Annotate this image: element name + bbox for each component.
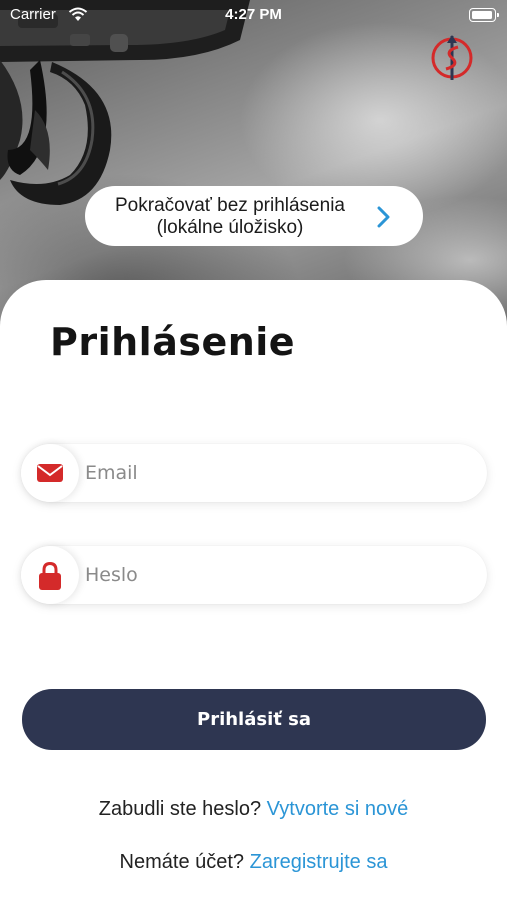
register-text: Nemáte účet?	[119, 851, 245, 873]
battery-icon	[469, 8, 499, 22]
continue-without-login-label: Pokračovať bez prihlásenia (lokálne úlož…	[115, 195, 345, 238]
password-field[interactable]	[21, 546, 487, 604]
clock-time: 4:27 PM	[225, 6, 282, 23]
password-input[interactable]	[85, 546, 465, 604]
register-link[interactable]: Zaregistrujte sa	[250, 851, 388, 873]
app-logo-icon	[431, 35, 473, 80]
email-input[interactable]	[85, 444, 465, 502]
lock-icon	[39, 561, 61, 590]
chevron-right-icon	[377, 206, 390, 228]
reset-password-link[interactable]: Vytvorte si nové	[267, 798, 409, 820]
email-icon-badge	[21, 444, 79, 502]
register-line: Nemáte účet? Zaregistrujte sa	[0, 851, 507, 874]
login-button[interactable]: Prihlásiť sa	[22, 689, 486, 750]
mail-icon	[37, 464, 63, 482]
page-title: Prihlásenie	[50, 320, 296, 364]
status-bar: Carrier 4:27 PM	[0, 0, 507, 30]
continue-without-login-button[interactable]: Pokračovať bez prihlásenia (lokálne úlož…	[85, 186, 423, 246]
forgot-password-line: Zabudli ste heslo? Vytvorte si nové	[0, 798, 507, 821]
password-icon-badge	[21, 546, 79, 604]
email-field[interactable]	[21, 444, 487, 502]
forgot-password-text: Zabudli ste heslo?	[98, 798, 262, 820]
